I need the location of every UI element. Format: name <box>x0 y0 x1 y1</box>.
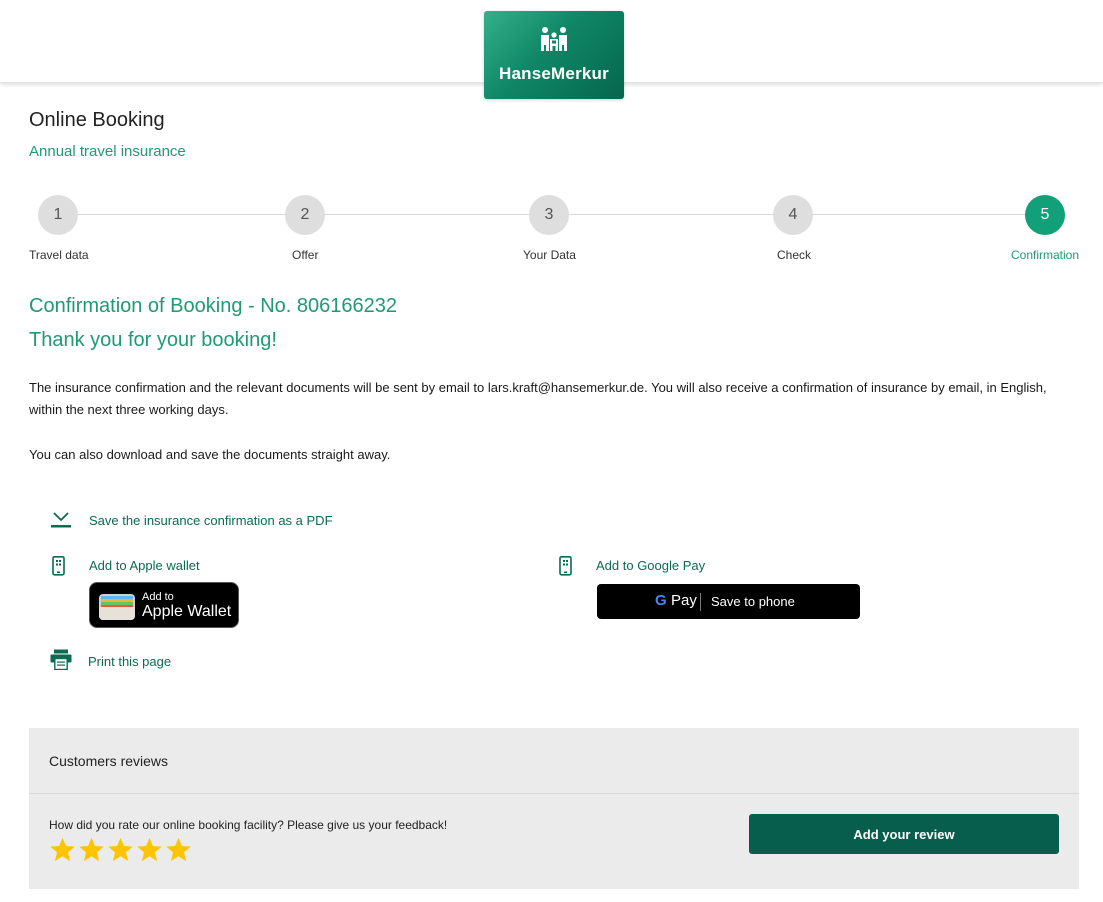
add-review-button[interactable]: Add your review <box>749 814 1059 854</box>
star-icon[interactable] <box>48 836 77 864</box>
thank-you-heading: Thank you for your booking! <box>29 329 277 351</box>
step-1-label: Travel data <box>29 248 89 262</box>
wallet-icon <box>99 594 135 620</box>
add-to-apple-wallet-button[interactable]: Add to Apple Wallet <box>89 582 239 628</box>
step-2-label: Offer <box>292 248 319 262</box>
apple-wallet-button-line2: Apple Wallet <box>142 603 232 620</box>
phone-icon <box>559 556 572 576</box>
step-3-circle: 3 <box>529 195 569 235</box>
star-icon[interactable] <box>164 836 193 864</box>
step-1-circle: 1 <box>38 195 78 235</box>
save-to-google-pay-button[interactable]: G Pay Save to phone <box>597 584 860 619</box>
step-2-circle: 2 <box>285 195 325 235</box>
download-icon <box>51 512 71 528</box>
gpay-pay-text: Pay <box>671 592 697 609</box>
step-3-label: Your Data <box>523 248 576 262</box>
save-pdf-label[interactable]: Save the insurance confirmation as a PDF <box>89 513 333 528</box>
step-4-circle: 4 <box>773 195 813 235</box>
print-page-label[interactable]: Print this page <box>88 654 171 669</box>
brand-name: HanseMerkur <box>499 64 609 83</box>
confirmation-heading: Confirmation of Booking - No. 806166232 <box>29 295 398 317</box>
download-notice-text: You can also download and save the docum… <box>29 447 391 462</box>
apple-wallet-label[interactable]: Add to Apple wallet <box>89 558 200 573</box>
step-4-label: Check <box>777 248 812 262</box>
brand-logo[interactable]: HanseMerkur <box>484 11 624 99</box>
gpay-divider <box>700 593 701 611</box>
family-logo-icon <box>541 27 567 51</box>
printer-icon <box>50 649 72 670</box>
gpay-save-text: Save to phone <box>711 594 795 609</box>
page-title: Online Booking <box>29 109 165 131</box>
google-pay-label[interactable]: Add to Google Pay <box>596 558 705 573</box>
reviews-title: Customers reviews <box>49 753 169 769</box>
customer-reviews-panel: Customers reviews How did you rate our o… <box>29 728 1079 889</box>
star-icon[interactable] <box>77 836 106 864</box>
phone-icon <box>52 556 65 576</box>
star-rating[interactable] <box>48 836 193 864</box>
star-icon[interactable] <box>135 836 164 864</box>
google-g-icon: G <box>655 592 667 609</box>
reviews-question: How did you rate our online booking faci… <box>49 818 448 832</box>
apple-wallet-button-line1: Add to <box>142 591 174 603</box>
step-5-circle: 5 <box>1025 195 1065 235</box>
star-icon[interactable] <box>106 836 135 864</box>
step-5-label: Confirmation <box>1011 248 1080 262</box>
email-notice-text: The insurance confirmation and the relev… <box>29 380 1047 417</box>
reviews-divider <box>29 793 1079 794</box>
page-subtitle: Annual travel insurance <box>29 143 186 160</box>
